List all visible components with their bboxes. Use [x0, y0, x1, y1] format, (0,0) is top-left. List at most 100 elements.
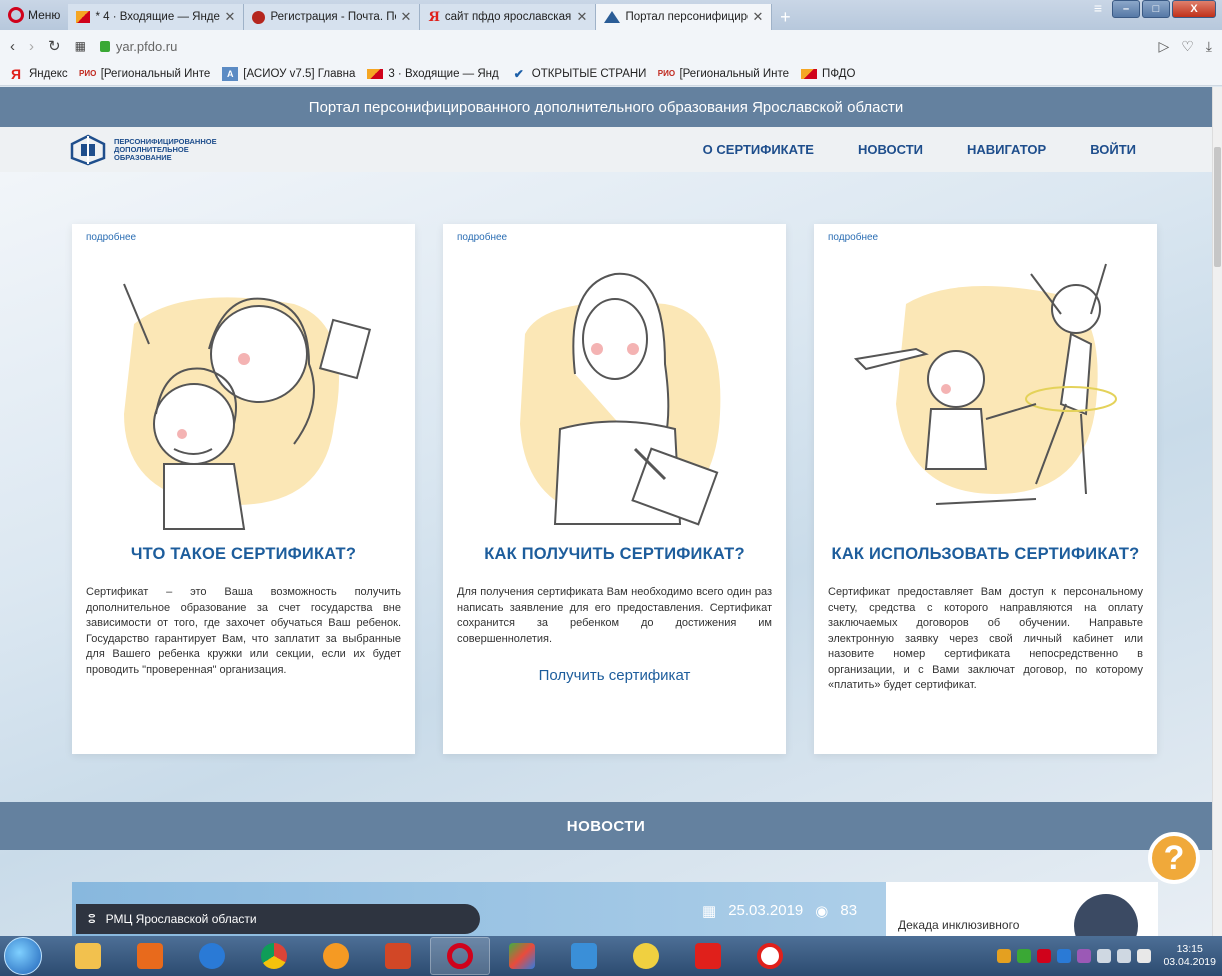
close-icon[interactable]: ✕ — [225, 9, 236, 25]
taskbar-chrome[interactable] — [244, 937, 304, 975]
tray-icon[interactable] — [1017, 949, 1032, 963]
chrome-icon — [261, 943, 287, 969]
portal-title-strip: Портал персонифицированного дополнительн… — [0, 87, 1212, 127]
media-player-icon — [137, 943, 163, 969]
volume-icon[interactable] — [1117, 949, 1132, 963]
tray-icon[interactable] — [1057, 949, 1072, 963]
taskbar-settings[interactable] — [616, 937, 676, 975]
forward-icon[interactable]: › — [29, 38, 34, 55]
more-link[interactable]: подробнее — [457, 232, 507, 243]
card-title: КАК ПОЛУЧИТЬ СЕРТИФИКАТ? — [484, 545, 745, 563]
new-tab-button[interactable]: + — [772, 5, 798, 29]
yandex-icon: Я — [428, 9, 440, 25]
close-window-button[interactable]: X — [1172, 0, 1216, 18]
tab-portal[interactable]: Портал персонифициров ✕ — [596, 4, 773, 30]
bookmark-yandex[interactable]: Я Яндекс — [8, 65, 68, 82]
browser-tab-bar: Меню * 4 · Входящие — Яндекс ✕ Регистрац… — [0, 0, 1222, 30]
bookmark-asiou[interactable]: A [АСИОУ v7.5] Главна — [222, 66, 355, 81]
clock-time: 13:15 — [1176, 943, 1203, 955]
back-icon[interactable]: ‹ — [10, 38, 15, 55]
close-icon[interactable]: ✕ — [577, 9, 588, 25]
taskbar-viewer[interactable] — [554, 937, 614, 975]
maximize-button[interactable]: □ — [1142, 0, 1170, 18]
site-logo[interactable]: ПЕРСОНИФИЦИРОВАННОЕ ДОПОЛНИТЕЛЬНОЕ ОБРАЗ… — [70, 134, 217, 166]
yandex-icon: Я — [10, 65, 22, 82]
network-icon[interactable] — [1097, 949, 1112, 963]
bookmark-mail[interactable]: 3 · Входящие — Янд — [367, 68, 499, 80]
logo-line: ОБРАЗОВАНИЕ — [114, 152, 172, 162]
close-icon[interactable]: ✕ — [753, 9, 764, 25]
more-link[interactable]: подробнее — [828, 232, 878, 243]
tab-registration[interactable]: Регистрация - Почта. По ✕ — [244, 4, 421, 30]
scrollbar-thumb[interactable] — [1214, 147, 1221, 267]
tab-menu-icon[interactable]: ≡ — [1086, 0, 1110, 16]
card-what-is-certificate: подробнее ЧТО ТАКОЕ СЕРТИФИКАТ? Сертифик… — [72, 224, 415, 754]
page-scrollbar[interactable] — [1212, 87, 1222, 936]
download-icon[interactable]: ⤓ — [1206, 38, 1212, 55]
nav-about-certificate[interactable]: О СЕРТИФИКАТЕ — [703, 142, 814, 157]
tray-icon[interactable] — [1037, 949, 1052, 963]
portal-title: Портал персонифицированного дополнительн… — [308, 98, 904, 116]
tray-icon[interactable] — [997, 949, 1012, 963]
windows-taskbar: 13:15 03.04.2019 — [0, 936, 1222, 976]
news-image — [1074, 894, 1138, 936]
taskbar-yandex-browser[interactable] — [740, 937, 800, 975]
nav-navigator[interactable]: НАВИГАТОР — [967, 142, 1046, 157]
calendar-icon: ▦ — [702, 903, 717, 920]
nav-login[interactable]: ВОЙТИ — [1090, 142, 1136, 157]
tab-title: * 4 · Входящие — Яндекс — [95, 11, 220, 23]
taskbar-opera[interactable] — [430, 937, 490, 975]
heart-icon[interactable]: ♡ — [1181, 38, 1194, 55]
pfdo-icon — [604, 11, 621, 23]
opera-logo-icon — [8, 7, 24, 23]
tab-mail[interactable]: * 4 · Входящие — Яндекс ✕ — [68, 4, 245, 30]
taskbar-powerpoint[interactable] — [368, 937, 428, 975]
get-certificate-link[interactable]: Получить сертификат — [443, 667, 786, 684]
tab-title: Регистрация - Почта. По — [270, 11, 396, 23]
mail-icon — [367, 68, 384, 79]
speed-dial-icon[interactable]: ▦ — [75, 39, 86, 53]
opera-menu-button[interactable]: Меню — [0, 0, 68, 30]
bookmark-rio-2[interactable]: РИО [Региональный Инте — [658, 67, 789, 81]
tab-search[interactable]: Я сайт пфдо ярославская о ✕ — [420, 4, 597, 30]
bookmark-pfdo[interactable]: ПФДО — [801, 68, 855, 80]
more-link[interactable]: подробнее — [86, 232, 136, 243]
yandex-icon — [695, 943, 721, 969]
card-how-to-get: подробнее КАК ПОЛУЧИТЬ СЕРТИФИКАТ? Для п… — [443, 224, 786, 754]
close-icon[interactable]: ✕ — [401, 9, 412, 25]
taskbar-yandex[interactable] — [678, 937, 738, 975]
nav-news[interactable]: НОВОСТИ — [858, 142, 923, 157]
news-heading: НОВОСТИ — [566, 817, 646, 835]
news-side-text: Декада инклюзивного — [898, 918, 1020, 932]
news-date: 25.03.2019 — [728, 902, 804, 919]
logo-text: ПЕРСОНИФИЦИРОВАННОЕ ДОПОЛНИТЕЛЬНОЕ ОБРАЗ… — [114, 137, 217, 162]
system-clock[interactable]: 13:15 03.04.2019 — [1163, 943, 1216, 969]
bookmark-rio-1[interactable]: РИО [Региональный Инте — [79, 67, 210, 81]
card-title: ЧТО ТАКОЕ СЕРТИФИКАТ? — [130, 545, 357, 563]
tray-icon[interactable] — [1077, 949, 1092, 963]
url-field[interactable]: yar.pfdo.ru — [99, 39, 1145, 54]
flag-icon[interactable] — [1137, 949, 1152, 963]
minimize-button[interactable]: – — [1112, 0, 1140, 18]
news-item[interactable]: ⵓ РМЦ Ярославской области ▦ 25.03.2019 ◉… — [72, 882, 1158, 936]
reload-icon[interactable]: ↻ — [48, 37, 61, 55]
ie-icon — [199, 943, 225, 969]
bookmark-open-pages[interactable]: ✔ ОТКРЫТЫЕ СТРАНИ — [511, 67, 647, 81]
taskbar-media[interactable] — [120, 937, 180, 975]
tab-title: сайт пфдо ярославская о — [444, 11, 572, 23]
help-button[interactable]: ? — [1148, 832, 1200, 884]
taskbar-app[interactable] — [492, 937, 552, 975]
rio-icon: РИО — [657, 69, 676, 78]
info-cards: подробнее ЧТО ТАКОЕ СЕРТИФИКАТ? Сертифик… — [72, 224, 1157, 754]
taskbar-mail-agent[interactable] — [306, 937, 366, 975]
mail-icon — [801, 68, 818, 79]
card-how-to-use: подробнее КАК ИСПОЛЬЗОВАТЬ СЕРТИФИКАТ? С… — [814, 224, 1157, 754]
start-button[interactable] — [4, 937, 42, 975]
taskbar-explorer[interactable] — [58, 937, 118, 975]
send-icon[interactable]: ▷ — [1158, 38, 1169, 55]
taskbar-ie[interactable] — [182, 937, 242, 975]
card-text: Для получения сертификата Вам необходимо… — [457, 586, 772, 645]
yandex-browser-icon — [757, 943, 783, 969]
main-nav: О СЕРТИФИКАТЕ НОВОСТИ НАВИГАТОР ВОЙТИ — [703, 142, 1136, 157]
card-title: КАК ИСПОЛЬЗОВАТЬ СЕРТИФИКАТ? — [831, 545, 1140, 563]
